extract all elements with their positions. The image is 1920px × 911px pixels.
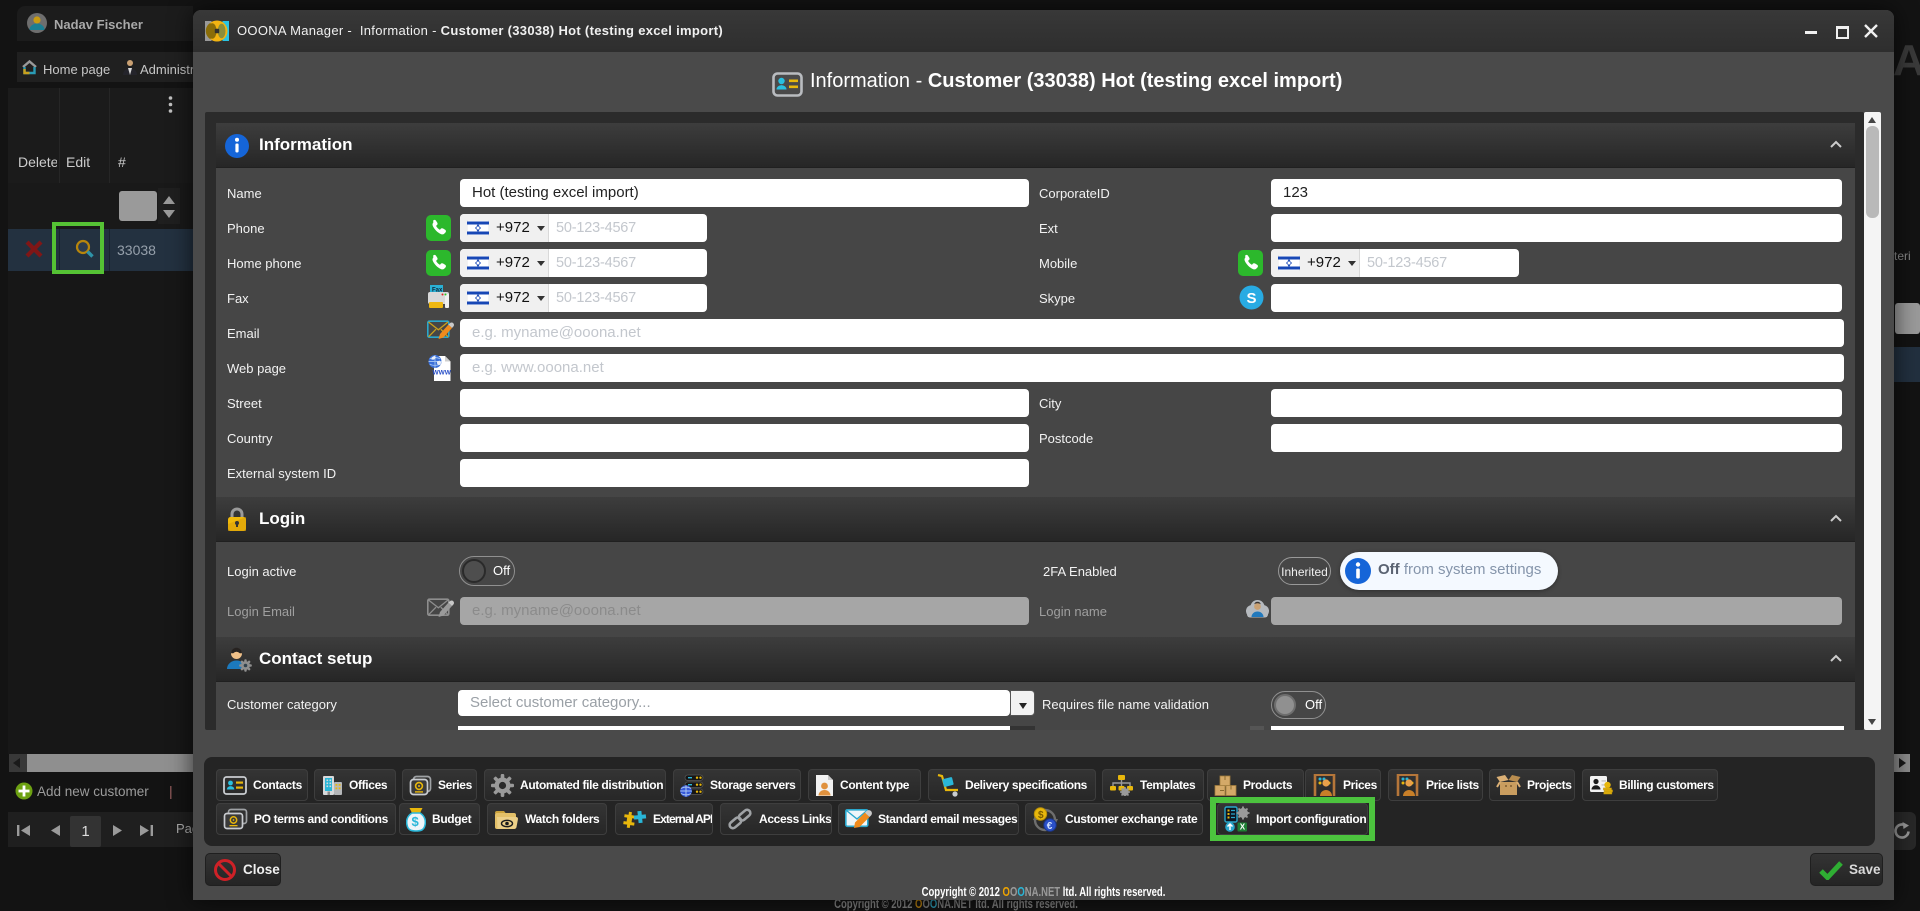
svg-text:S: S bbox=[1247, 290, 1257, 307]
svg-text:$: $ bbox=[1038, 809, 1044, 820]
svg-text:WWW: WWW bbox=[433, 370, 452, 377]
svg-text:$: $ bbox=[412, 814, 420, 829]
svg-text:€: € bbox=[1047, 820, 1053, 831]
